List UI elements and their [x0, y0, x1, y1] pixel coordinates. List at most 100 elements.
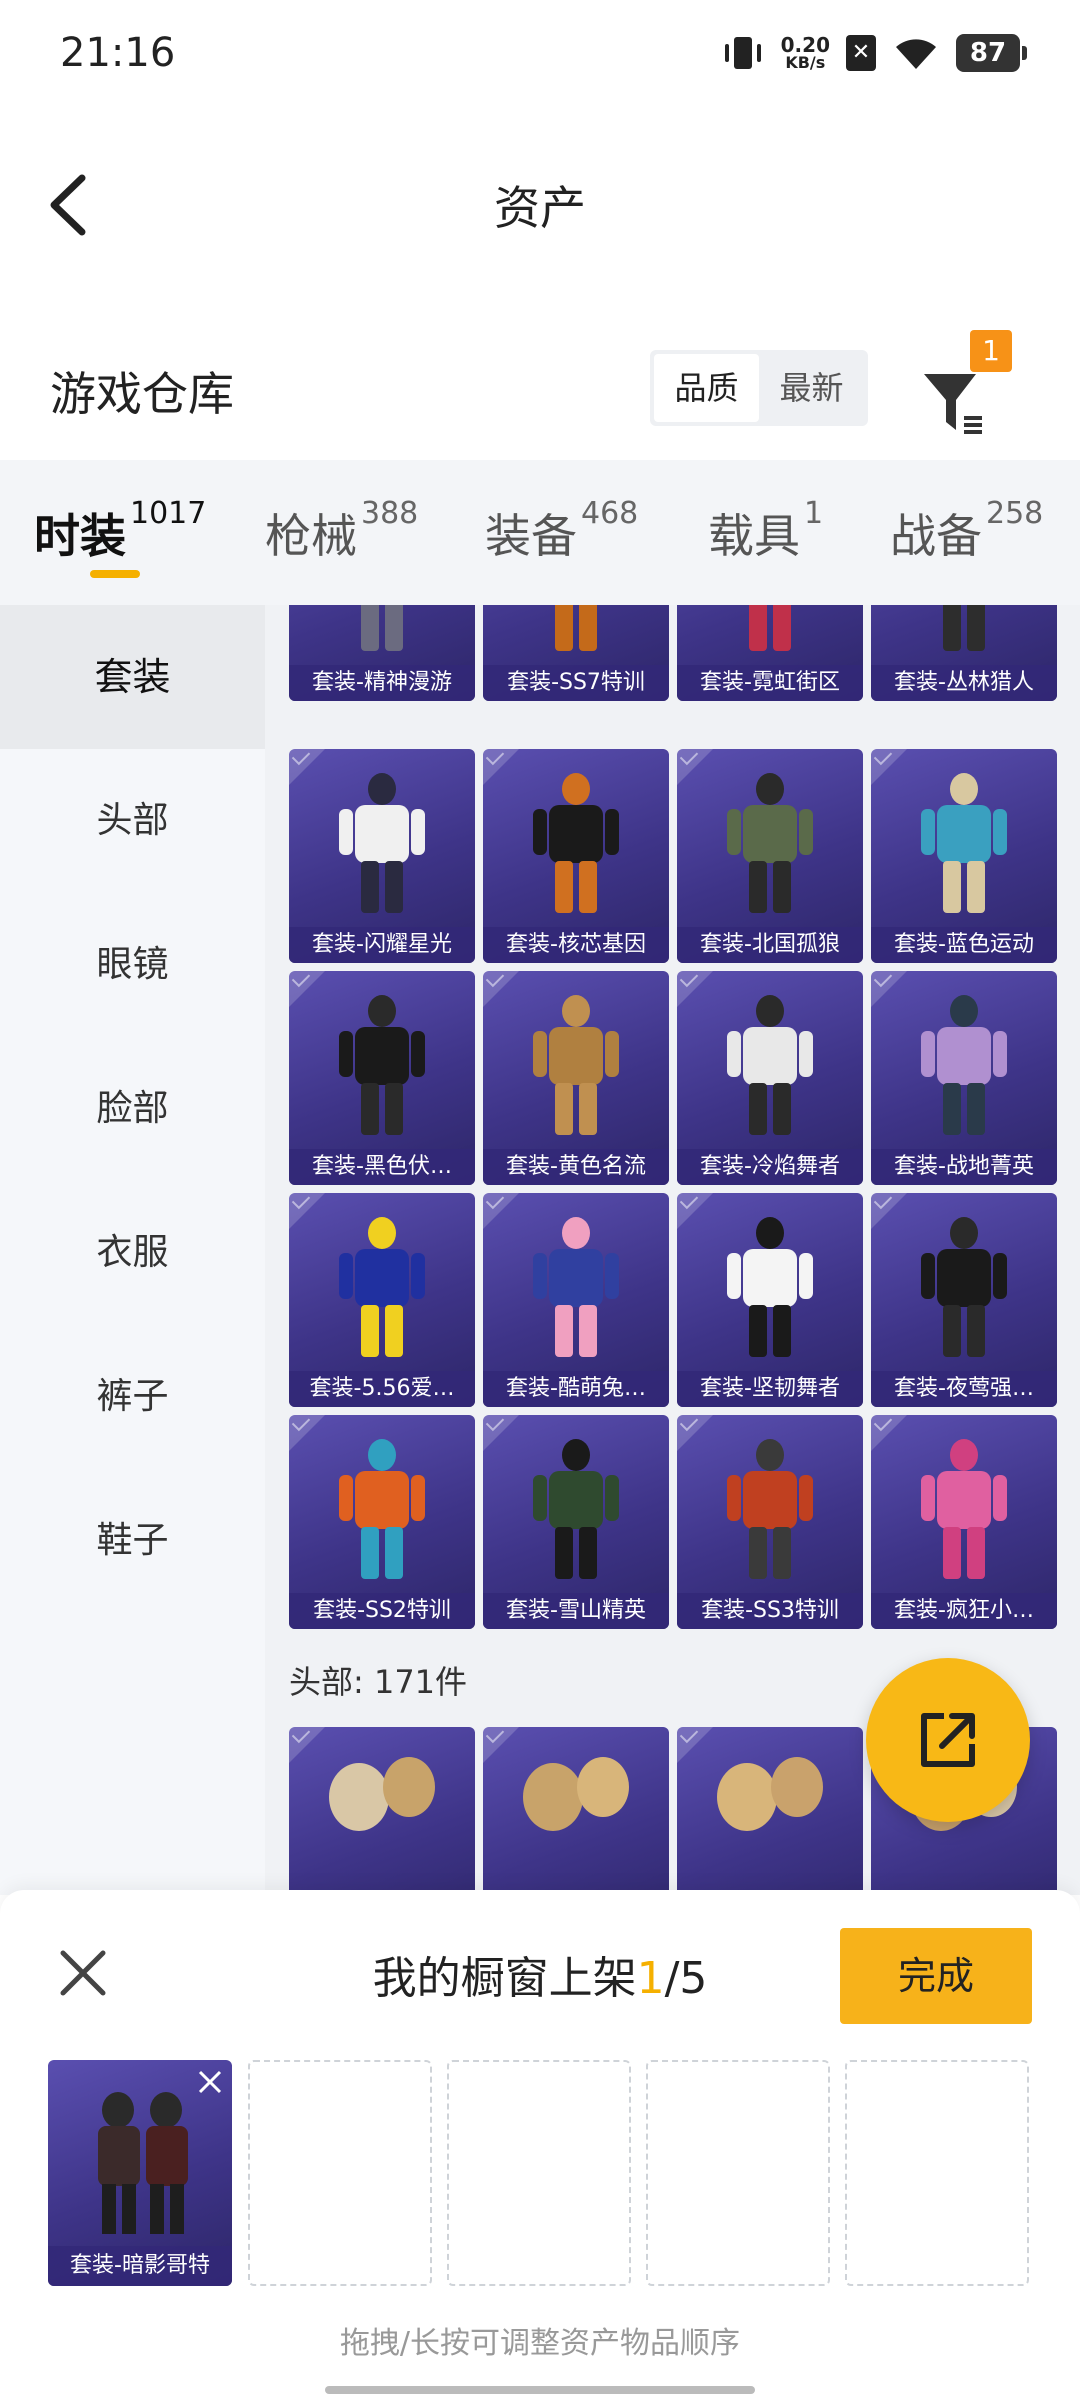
outfit-label: 套装-核芯基因 [483, 927, 669, 963]
outfit-label: 套装-冷焰舞者 [677, 1149, 863, 1185]
shelf-slot-1[interactable]: 套装-暗影哥特 [48, 2060, 232, 2286]
outfit-item[interactable]: 套装-霓虹街区 [677, 605, 863, 701]
outfit-label: 套装-蓝色运动 [871, 927, 1057, 963]
warehouse-row: 游戏仓库 品质 最新 1 [0, 330, 1080, 450]
reorder-hint: 拖拽/长按可调整资产物品顺序 [339, 2326, 741, 2361]
outfit-item[interactable]: 套装-冷焰舞者 [677, 971, 863, 1185]
battery-icon: 87 [956, 34, 1027, 72]
head-item[interactable] [483, 1727, 669, 1895]
outfit-label: 套装-精神漫游 [289, 665, 475, 701]
sidebar-item-pants[interactable]: 裤子 [0, 1325, 265, 1469]
outfit-item[interactable]: 套装-雪山精英 [483, 1415, 669, 1629]
sidebar-item-face[interactable]: 脸部 [0, 1037, 265, 1181]
outfit-item[interactable]: 套装-精神漫游 [289, 605, 475, 701]
filter-icon[interactable] [920, 360, 990, 440]
outfit-item[interactable]: 套装-蓝色运动 [871, 749, 1057, 963]
shelf-total: /5 [664, 1953, 708, 2004]
tab-count: 388 [361, 496, 419, 531]
category-tabs: 时装 1017 枪械 388 装备 468 载具 1 战备 258 [0, 460, 1080, 605]
slot-label: 套装-暗影哥特 [48, 2246, 232, 2286]
sidebar-item-glasses[interactable]: 眼镜 [0, 893, 265, 1037]
head-section-title: 头部: 171件 [289, 1663, 468, 1701]
remove-item-icon[interactable] [192, 2064, 228, 2100]
sidebar-item-head[interactable]: 头部 [0, 749, 265, 893]
net-speed-unit: KB/s [785, 53, 826, 72]
outfit-item[interactable]: 套装-黑色伏… [289, 971, 475, 1185]
sort-option-latest[interactable]: 最新 [759, 354, 864, 422]
outfit-thumbnail [749, 605, 791, 651]
outfit-label: 套装-丛林猎人 [871, 665, 1057, 701]
outfit-label: 套装-SS3特训 [677, 1593, 863, 1629]
outfit-label: 套装-霓虹街区 [677, 665, 863, 701]
tab-vehicles[interactable]: 载具 1 [708, 496, 823, 566]
sidebar-item-shoes[interactable]: 鞋子 [0, 1469, 265, 1613]
outfit-item[interactable]: 套装-北国孤狼 [677, 749, 863, 963]
outfit-item[interactable]: 套装-坚韧舞者 [677, 1193, 863, 1407]
tab-supplies[interactable]: 战备 258 [890, 496, 1043, 566]
outfit-item[interactable]: 套装-战地菁英 [871, 971, 1057, 1185]
outfit-item[interactable]: 套装-核芯基因 [483, 749, 669, 963]
outfit-item[interactable]: 套装-夜莺强… [871, 1193, 1057, 1407]
shelf-slot-2[interactable] [248, 2060, 432, 2286]
outfit-label: 套装-SS7特训 [483, 665, 669, 701]
sim-off-icon: ✕ [846, 35, 876, 71]
head-item[interactable] [677, 1727, 863, 1895]
outfit-item[interactable]: 套装-SS2特训 [289, 1415, 475, 1629]
sidebar-item-suits[interactable]: 套装 [0, 605, 265, 749]
tab-guns[interactable]: 枪械 388 [265, 496, 418, 566]
outfit-label: 套装-SS2特训 [289, 1593, 475, 1629]
shelf-slot-3[interactable] [447, 2060, 631, 2286]
warehouse-title: 游戏仓库 [50, 367, 234, 421]
vibrate-icon [724, 37, 761, 69]
shelf-panel: 我的橱窗上架1/5 完成 套装-暗影哥特 拖拽/长按可调整资产物品顺序 [0, 1890, 1080, 2400]
tab-count: 1017 [130, 496, 207, 531]
tab-count: 468 [581, 496, 639, 531]
outfit-label: 套装-北国孤狼 [677, 927, 863, 963]
outfit-item[interactable]: 套装-疯狂小… [871, 1415, 1057, 1629]
tab-label: 载具 [708, 509, 800, 563]
outfit-item[interactable]: 套装-5.56爱… [289, 1193, 475, 1407]
tab-count: 1 [804, 496, 824, 531]
outfit-item[interactable]: 套装-黄色名流 [483, 971, 669, 1185]
outfit-label: 套装-黄色名流 [483, 1149, 669, 1185]
outfit-item[interactable]: 套装-闪耀星光 [289, 749, 475, 963]
outfit-label: 套装-战地菁英 [871, 1149, 1057, 1185]
sidebar: 套装 头部 眼镜 脸部 衣服 裤子 鞋子 [0, 605, 265, 1895]
outfit-thumbnail [555, 605, 597, 651]
shelf-slot-5[interactable] [845, 2060, 1029, 2286]
outfit-item[interactable]: 套装-酷萌兔… [483, 1193, 669, 1407]
share-button[interactable] [866, 1658, 1030, 1822]
outfit-label: 套装-疯狂小… [871, 1593, 1057, 1629]
tab-active-indicator [90, 570, 140, 578]
outfit-label: 套装-坚韧舞者 [677, 1371, 863, 1407]
outfit-thumbnail [361, 605, 403, 651]
outfit-label: 套装-雪山精英 [483, 1593, 669, 1629]
outfit-label: 套装-夜莺强… [871, 1371, 1057, 1407]
shelf-title-prefix: 我的橱窗上架 [372, 1953, 637, 2004]
outfit-item[interactable]: 套装-丛林猎人 [871, 605, 1057, 701]
head-item[interactable] [289, 1727, 475, 1895]
header: 资产 [0, 150, 1080, 260]
shelf-current-count: 1 [636, 1953, 665, 2004]
outfit-label: 套装-酷萌兔… [483, 1371, 669, 1407]
done-button[interactable]: 完成 [840, 1928, 1032, 2024]
net-speed-value: 0.20 [780, 33, 830, 57]
outfit-item[interactable]: 套装-SS7特训 [483, 605, 669, 701]
sort-option-quality[interactable]: 品质 [654, 354, 759, 422]
tab-label: 时装 [34, 509, 126, 563]
home-indicator [325, 2386, 755, 2394]
outfit-label: 套装-闪耀星光 [289, 927, 475, 963]
sort-toggle: 品质 最新 [650, 350, 868, 426]
outfit-item[interactable]: 套装-SS3特训 [677, 1415, 863, 1629]
status-bar: 21:16 0.20 KB/s ✕ 87 [0, 0, 1080, 115]
outfit-label: 套装-5.56爱… [289, 1371, 475, 1407]
wifi-icon [896, 39, 936, 69]
tab-equipment[interactable]: 装备 468 [485, 496, 638, 566]
shelf-slot-4[interactable] [646, 2060, 830, 2286]
net-speed: 0.20 KB/s [781, 35, 830, 71]
tab-label: 枪械 [265, 509, 357, 563]
sidebar-item-clothes[interactable]: 衣服 [0, 1181, 265, 1325]
outfit-label: 套装-黑色伏… [289, 1149, 475, 1185]
tab-label: 装备 [485, 509, 577, 563]
tab-fashion[interactable]: 时装 1017 [34, 496, 206, 566]
